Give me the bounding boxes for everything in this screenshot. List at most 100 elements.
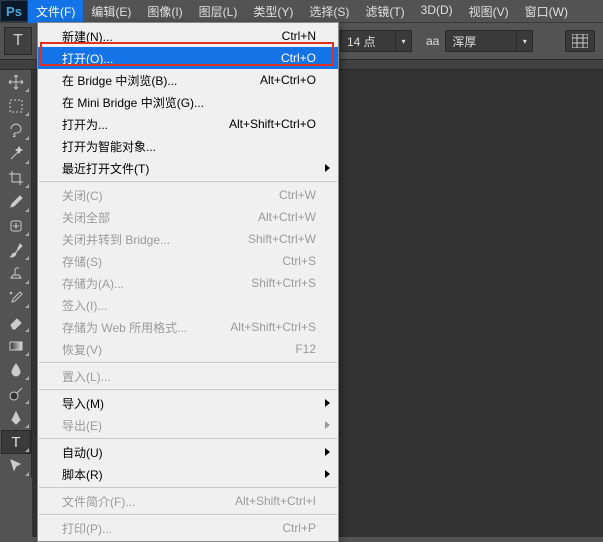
menu-item-shortcut: Ctrl+N xyxy=(282,29,316,43)
menubar-item-5[interactable]: 选择(S) xyxy=(301,0,357,23)
menubar: Ps 文件(F)编辑(E)图像(I)图层(L)类型(Y)选择(S)滤镜(T)3D… xyxy=(0,0,603,22)
menu-item-shortcut: Ctrl+W xyxy=(279,188,316,202)
menu-item-label: 存储为 Web 所用格式... xyxy=(62,319,230,336)
menu-item: 打印(P)...Ctrl+P xyxy=(38,517,338,539)
menu-item-label: 脚本(R) xyxy=(62,466,316,483)
magic-wand-tool[interactable] xyxy=(1,142,31,166)
dodge-tool[interactable] xyxy=(1,382,31,406)
toolbox: T xyxy=(0,70,32,478)
menu-item-label: 关闭并转到 Bridge... xyxy=(62,231,248,248)
menu-separator xyxy=(39,181,337,182)
submenu-arrow-icon xyxy=(325,470,330,478)
submenu-arrow-icon xyxy=(325,399,330,407)
flyout-indicator-icon xyxy=(25,208,29,212)
menu-item-label: 导出(E) xyxy=(62,417,316,434)
flyout-indicator-icon xyxy=(25,256,29,260)
brush-tool[interactable] xyxy=(1,238,31,262)
eyedropper-tool[interactable] xyxy=(1,190,31,214)
menu-item: 存储为(A)...Shift+Ctrl+S xyxy=(38,272,338,294)
menu-separator xyxy=(39,514,337,515)
menu-item[interactable]: 在 Mini Bridge 中浏览(G)... xyxy=(38,91,338,113)
menu-item-shortcut: Ctrl+P xyxy=(282,521,316,535)
flyout-indicator-icon xyxy=(25,328,29,332)
path-selection-tool[interactable] xyxy=(1,454,31,478)
menu-item[interactable]: 脚本(R) xyxy=(38,463,338,485)
menubar-item-1[interactable]: 编辑(E) xyxy=(83,0,139,23)
flyout-indicator-icon xyxy=(25,136,29,140)
flyout-indicator-icon xyxy=(25,184,29,188)
move-tool[interactable] xyxy=(1,70,31,94)
menu-separator xyxy=(39,487,337,488)
submenu-arrow-icon xyxy=(325,421,330,429)
menu-item-shortcut: Shift+Ctrl+W xyxy=(248,232,316,246)
menu-item: 存储(S)Ctrl+S xyxy=(38,250,338,272)
menu-item-shortcut: Alt+Shift+Ctrl+S xyxy=(230,320,316,334)
flyout-indicator-icon xyxy=(25,280,29,284)
rect-marquee-tool[interactable] xyxy=(1,94,31,118)
menubar-item-8[interactable]: 视图(V) xyxy=(461,0,517,23)
menubar-item-0[interactable]: 文件(F) xyxy=(28,0,83,23)
eraser-tool[interactable] xyxy=(1,310,31,334)
flyout-indicator-icon xyxy=(25,304,29,308)
antialias-label: aa xyxy=(426,34,439,48)
app-logo: Ps xyxy=(0,0,28,22)
antialias-dropdown[interactable]: ▾ xyxy=(517,30,533,52)
font-size-field[interactable]: 14 点 xyxy=(340,30,396,52)
menu-item[interactable]: 打开(O)...Ctrl+O xyxy=(38,47,338,69)
menubar-item-9[interactable]: 窗口(W) xyxy=(517,0,576,23)
menu-item[interactable]: 打开为...Alt+Shift+Ctrl+O xyxy=(38,113,338,135)
menu-item-label: 恢复(V) xyxy=(62,341,295,358)
lasso-tool[interactable] xyxy=(1,118,31,142)
history-brush-tool[interactable] xyxy=(1,286,31,310)
submenu-arrow-icon xyxy=(325,448,330,456)
pen-tool[interactable] xyxy=(1,406,31,430)
menu-separator xyxy=(39,362,337,363)
menu-item[interactable]: 最近打开文件(T) xyxy=(38,157,338,179)
panel-icon[interactable] xyxy=(565,30,595,52)
menu-separator xyxy=(39,389,337,390)
flyout-indicator-icon xyxy=(25,472,29,476)
menu-item-label: 文件简介(F)... xyxy=(62,493,235,510)
menu-item-shortcut: Shift+Ctrl+S xyxy=(251,276,316,290)
menu-item-label: 签入(I)... xyxy=(62,297,316,314)
menu-item-label: 存储为(A)... xyxy=(62,275,251,292)
flyout-indicator-icon xyxy=(25,424,29,428)
font-size-dropdown[interactable]: ▾ xyxy=(396,30,412,52)
menu-item-shortcut: Alt+Ctrl+W xyxy=(258,210,316,224)
menubar-item-3[interactable]: 图层(L) xyxy=(191,0,246,23)
crop-tool[interactable] xyxy=(1,166,31,190)
menu-item: 恢复(V)F12 xyxy=(38,338,338,360)
tool-preset-picker[interactable]: T xyxy=(4,27,32,55)
menu-item-label: 最近打开文件(T) xyxy=(62,160,316,177)
type-icon: T xyxy=(13,32,23,50)
healing-brush-tool[interactable] xyxy=(1,214,31,238)
menu-item[interactable]: 打开为智能对象... xyxy=(38,135,338,157)
menu-item-shortcut: Ctrl+S xyxy=(282,254,316,268)
file-menu-dropdown: 新建(N)...Ctrl+N打开(O)...Ctrl+O在 Bridge 中浏览… xyxy=(37,22,339,542)
clone-stamp-tool[interactable] xyxy=(1,262,31,286)
menu-item[interactable]: 自动(U) xyxy=(38,441,338,463)
flyout-indicator-icon xyxy=(25,400,29,404)
menu-item: 关闭并转到 Bridge...Shift+Ctrl+W xyxy=(38,228,338,250)
menu-item[interactable]: 新建(N)...Ctrl+N xyxy=(38,25,338,47)
gradient-tool[interactable] xyxy=(1,334,31,358)
flyout-indicator-icon xyxy=(25,376,29,380)
svg-text:T: T xyxy=(11,434,20,451)
flyout-indicator-icon xyxy=(25,448,29,452)
menu-item: 存储为 Web 所用格式...Alt+Shift+Ctrl+S xyxy=(38,316,338,338)
menubar-item-6[interactable]: 滤镜(T) xyxy=(357,0,412,23)
menu-item-label: 在 Bridge 中浏览(B)... xyxy=(62,72,260,89)
antialias-field[interactable]: 浑厚 xyxy=(445,30,517,52)
type-tool[interactable]: T xyxy=(1,430,31,454)
menu-item-label: 自动(U) xyxy=(62,444,316,461)
menubar-item-2[interactable]: 图像(I) xyxy=(139,0,190,23)
menu-item-label: 打开为... xyxy=(62,116,229,133)
menu-item-label: 打开(O)... xyxy=(62,50,281,67)
menu-item[interactable]: 在 Bridge 中浏览(B)...Alt+Ctrl+O xyxy=(38,69,338,91)
menubar-item-4[interactable]: 类型(Y) xyxy=(245,0,301,23)
menu-item-label: 在 Mini Bridge 中浏览(G)... xyxy=(62,94,316,111)
menu-item[interactable]: 导入(M) xyxy=(38,392,338,414)
flyout-indicator-icon xyxy=(25,232,29,236)
blur-tool[interactable] xyxy=(1,358,31,382)
menubar-item-7[interactable]: 3D(D) xyxy=(413,0,461,23)
